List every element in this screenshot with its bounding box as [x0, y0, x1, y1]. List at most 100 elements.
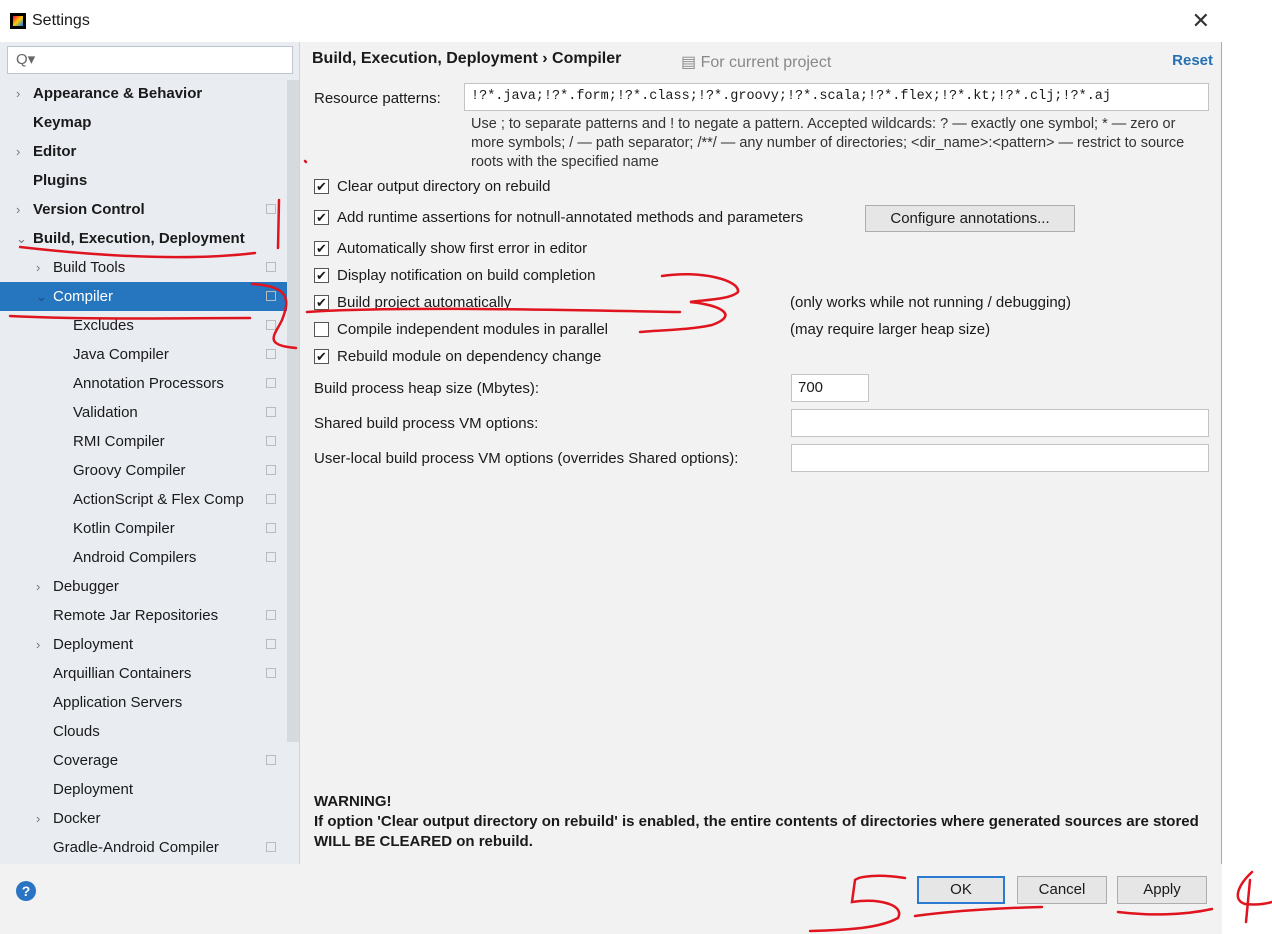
project-level-icon — [266, 465, 276, 475]
sidebar-item[interactable]: ⌄ Build, Execution, Deployment — [0, 224, 287, 253]
sidebar-scrollbar[interactable] — [287, 80, 299, 742]
checkbox-option[interactable]: ✔ Rebuild module on dependency change — [314, 348, 601, 365]
project-level-icon — [266, 204, 276, 214]
checkbox-label: Add runtime assertions for notnull-annot… — [337, 209, 804, 226]
ok-button[interactable]: OK — [917, 876, 1005, 904]
project-level-icon — [266, 262, 276, 272]
dialog-footer: ? OK Cancel Apply — [0, 864, 1222, 934]
chevron-down-icon[interactable]: ⌄ — [16, 224, 27, 253]
sidebar-item[interactable]: Annotation Processors — [0, 369, 287, 398]
annotation-number-4 — [1236, 870, 1272, 924]
sidebar: Q▾ › Appearance & Behavior Keymap › Editor Pl… — [0, 42, 300, 864]
sidebar-item[interactable]: › Docker — [0, 804, 287, 833]
breadcrumb: Build, Execution, Deployment › Compiler — [312, 50, 622, 67]
chevron-right-icon[interactable]: › — [16, 137, 20, 166]
sidebar-item[interactable]: Arquillian Containers — [0, 659, 287, 688]
sidebar-item-label: Android Compilers — [73, 549, 197, 566]
checkbox-label: Clear output directory on rebuild — [337, 178, 551, 195]
sidebar-item[interactable]: Excludes — [0, 311, 287, 340]
checkbox-note: (may require larger heap size) — [790, 321, 991, 338]
user-local-vm-options-label: User-local build process VM options (ove… — [314, 450, 739, 467]
sidebar-item[interactable]: Android Compilers — [0, 543, 287, 572]
sidebar-item-label: Debugger — [53, 578, 119, 595]
chevron-right-icon[interactable]: › — [36, 630, 40, 659]
sidebar-item-label: Plugins — [33, 172, 88, 189]
checkbox-checked-icon[interactable]: ✔ — [314, 295, 329, 310]
project-level-icon — [266, 523, 276, 533]
project-level-icon — [266, 610, 276, 620]
sidebar-item[interactable]: › Deployment — [0, 630, 287, 659]
resource-patterns-label: Resource patterns: — [314, 90, 441, 107]
sidebar-item[interactable]: Clouds — [0, 717, 287, 746]
sidebar-item[interactable]: Coverage — [0, 746, 287, 775]
sidebar-item-label: Kotlin Compiler — [73, 520, 175, 537]
sidebar-item[interactable]: Groovy Compiler — [0, 456, 287, 485]
sidebar-item[interactable]: Gradle-Android Compiler — [0, 833, 287, 862]
settings-search-input[interactable]: Q▾ — [7, 46, 293, 74]
checkbox-checked-icon[interactable]: ✔ — [314, 349, 329, 364]
warning-message: WARNING! If option 'Clear output directo… — [314, 792, 1214, 852]
checkbox-label: Build project automatically — [337, 294, 512, 311]
sidebar-item[interactable]: Java Compiler — [0, 340, 287, 369]
sidebar-item[interactable]: Application Servers — [0, 688, 287, 717]
sidebar-item[interactable]: Kotlin Compiler — [0, 514, 287, 543]
close-icon[interactable]: ✕ — [1192, 8, 1210, 34]
help-button[interactable]: ? — [16, 881, 36, 901]
chevron-right-icon[interactable]: › — [16, 79, 20, 108]
reset-link[interactable]: Reset — [1172, 52, 1213, 69]
chevron-right-icon[interactable]: › — [16, 195, 20, 224]
sidebar-item[interactable]: Remote Jar Repositories — [0, 601, 287, 630]
sidebar-item[interactable]: ActionScript & Flex Comp — [0, 485, 287, 514]
sidebar-item[interactable]: › Build Tools — [0, 253, 287, 282]
sidebar-item[interactable]: ⌄ Compiler — [0, 282, 287, 311]
chevron-right-icon[interactable]: › — [36, 572, 40, 601]
checkbox-checked-icon[interactable]: ✔ — [314, 241, 329, 256]
project-level-icon — [266, 494, 276, 504]
project-level-icon — [266, 639, 276, 649]
chevron-down-icon[interactable]: ⌄ — [36, 282, 47, 311]
cancel-button[interactable]: Cancel — [1017, 876, 1107, 904]
sidebar-item[interactable]: › Appearance & Behavior — [0, 79, 287, 108]
checkbox-unchecked-icon[interactable] — [314, 322, 329, 337]
shared-vm-options-input[interactable] — [791, 409, 1209, 437]
sidebar-item[interactable]: Deployment — [0, 775, 287, 804]
apply-button[interactable]: Apply — [1117, 876, 1207, 904]
checkbox-checked-icon[interactable]: ✔ — [314, 210, 329, 225]
sidebar-item[interactable]: › Debugger — [0, 572, 287, 601]
project-level-icon — [266, 320, 276, 330]
sidebar-item-label: Excludes — [73, 317, 134, 334]
checkbox-checked-icon[interactable]: ✔ — [314, 268, 329, 283]
checkbox-option[interactable]: ✔ Clear output directory on rebuild — [314, 178, 550, 195]
sidebar-item[interactable]: Validation — [0, 398, 287, 427]
user-local-vm-options-input[interactable] — [791, 444, 1209, 472]
project-level-icon — [266, 755, 276, 765]
checkbox-checked-icon[interactable]: ✔ — [314, 179, 329, 194]
configure-annotations-button[interactable]: Configure annotations... — [865, 205, 1075, 232]
checkbox-label: Compile independent modules in parallel — [337, 321, 609, 338]
checkbox-label: Rebuild module on dependency change — [337, 348, 602, 365]
heap-size-input[interactable]: 700 — [791, 374, 869, 402]
sidebar-item[interactable]: Plugins — [0, 166, 287, 195]
checkbox-option[interactable]: ✔ Build project automatically — [314, 294, 511, 311]
sidebar-item-label: Validation — [73, 404, 138, 421]
sidebar-item[interactable]: › Editor — [0, 137, 287, 166]
warning-title: WARNING! — [314, 793, 392, 810]
title-bar: Settings ✕ — [0, 0, 1222, 42]
checkbox-option[interactable]: ✔ Display notification on build completio… — [314, 267, 595, 284]
project-level-icon — [266, 407, 276, 417]
sidebar-item[interactable]: › Version Control — [0, 195, 287, 224]
sidebar-item-label: Annotation Processors — [73, 375, 224, 392]
checkbox-option[interactable]: ✔ Add runtime assertions for notnull-anno… — [314, 209, 803, 226]
project-level-icon — [266, 842, 276, 852]
chevron-right-icon[interactable]: › — [36, 804, 40, 833]
sidebar-item-label: Build, Execution, Deployment — [33, 230, 245, 247]
sidebar-item[interactable]: Keymap — [0, 108, 287, 137]
checkbox-option[interactable]: Compile independent modules in parallel — [314, 321, 608, 338]
sidebar-item[interactable]: RMI Compiler — [0, 427, 287, 456]
chevron-right-icon[interactable]: › — [36, 253, 40, 282]
project-level-icon — [266, 291, 276, 301]
project-level-icon — [266, 349, 276, 359]
resource-patterns-input[interactable]: !?*.java;!?*.form;!?*.class;!?*.groovy;!… — [464, 83, 1209, 111]
checkbox-option[interactable]: ✔ Automatically show first error in edito… — [314, 240, 587, 257]
warning-text: If option 'Clear output directory on reb… — [314, 813, 1199, 850]
